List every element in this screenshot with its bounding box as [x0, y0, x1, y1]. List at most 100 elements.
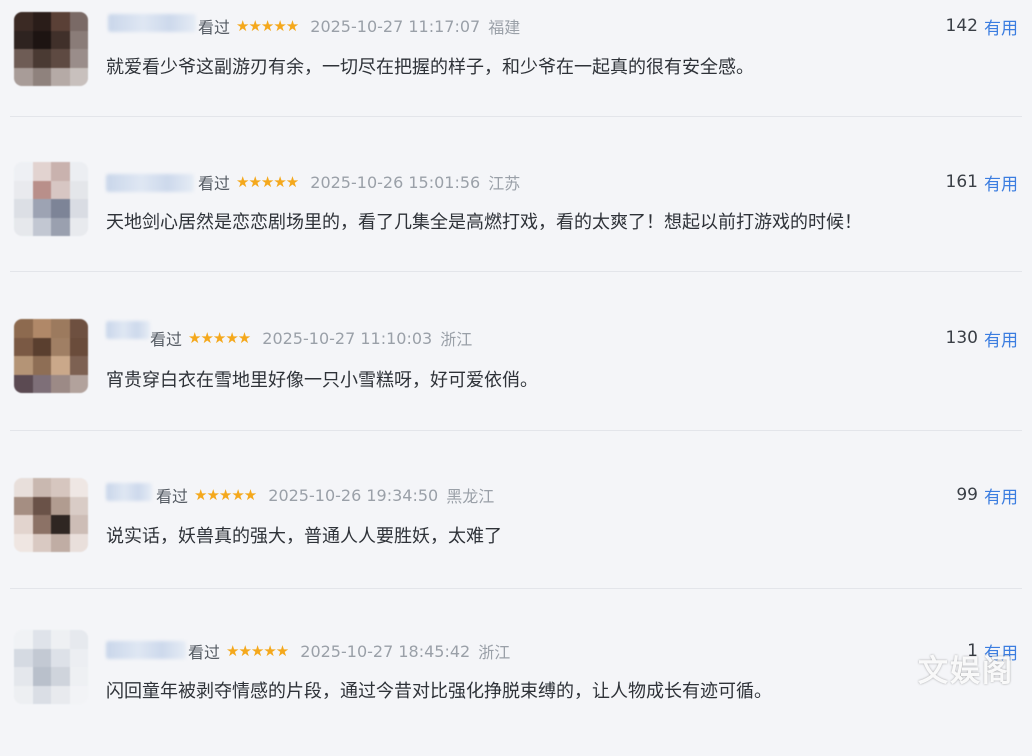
avatar-pixel [69, 162, 88, 181]
username-blurred[interactable] [108, 14, 196, 32]
avatar-pixel [69, 180, 88, 199]
avatar-pixel [14, 319, 33, 338]
avatar-pixel [14, 478, 33, 497]
avatar-pixel [69, 630, 88, 649]
star-rating: ★★★★★ [236, 173, 299, 191]
watched-label: 看过 [150, 330, 183, 349]
avatar-pixel [51, 337, 70, 356]
avatar-pixel [32, 630, 51, 649]
avatar-pixel [69, 199, 88, 218]
watermark: 文娱阁 [918, 654, 1014, 689]
watched-label: 看过 [156, 487, 189, 506]
avatar-pixel [32, 49, 51, 68]
avatar-pixel [69, 478, 88, 497]
avatar-pixel [14, 12, 33, 31]
avatar-pixel [14, 199, 33, 218]
location: 江苏 [488, 174, 521, 193]
timestamp: 2025-10-27 18:45:42 [300, 641, 471, 661]
avatar-pixel [51, 12, 70, 31]
star-rating: ★★★★★ [226, 642, 289, 660]
avatar-pixel [14, 356, 33, 375]
watched-label: 看过 [188, 643, 221, 662]
avatar-pixel [51, 356, 70, 375]
review-meta: 看过 ★★★★★ 2025-10-27 11:17:07 福建 [198, 14, 520, 38]
review-content: 闪回童年被剥夺情感的片段，通过今昔对比强化挣脱束缚的，让人物成长有迹可循。 [106, 681, 772, 702]
review-item: 看过 ★★★★★ 2025-10-26 15:01:56 江苏 161 有用 天… [0, 156, 1032, 286]
location: 福建 [488, 18, 521, 37]
avatar-pixel [32, 199, 51, 218]
avatar-pixel [32, 685, 51, 704]
avatar-pixel [69, 217, 88, 236]
watched-label: 看过 [198, 174, 231, 193]
location: 黑龙江 [446, 487, 495, 506]
avatar-pixel [32, 356, 51, 375]
avatar-pixel [51, 199, 70, 218]
helpful-label: 有用 [984, 18, 1018, 39]
avatar-pixel [14, 180, 33, 199]
watched-label: 看过 [198, 18, 231, 37]
avatar-pixel [51, 30, 70, 49]
star-rating: ★★★★★ [188, 329, 251, 347]
helpful-count: 142 [945, 16, 978, 36]
avatar-pixel [32, 30, 51, 49]
divider [10, 588, 1022, 589]
avatar[interactable] [14, 319, 88, 393]
helpful-button[interactable]: 130 有用 [946, 326, 1018, 351]
helpful-button[interactable]: 142 有用 [945, 14, 1018, 39]
avatar-pixel [69, 356, 88, 375]
review-meta: 看过 ★★★★★ 2025-10-26 15:01:56 江苏 [198, 170, 520, 194]
timestamp: 2025-10-26 19:34:50 [268, 485, 439, 505]
avatar-pixel [14, 217, 33, 236]
avatar[interactable] [14, 478, 88, 552]
timestamp: 2025-10-27 11:10:03 [262, 328, 433, 348]
avatar-pixel [51, 180, 70, 199]
review-item: 看过 ★★★★★ 2025-10-27 11:10:03 浙江 130 有用 宵… [0, 313, 1032, 443]
username-blurred[interactable] [106, 641, 186, 659]
avatar-pixel [51, 374, 70, 393]
helpful-label: 有用 [984, 174, 1018, 195]
avatar-pixel [32, 496, 51, 515]
helpful-count: 161 [945, 172, 978, 192]
review-content: 宵贵穿白衣在雪地里好像一只小雪糕呀，好可爱依俏。 [106, 370, 538, 391]
username-blurred[interactable] [106, 483, 152, 501]
username-blurred[interactable] [106, 174, 194, 192]
avatar-pixel [69, 12, 88, 31]
avatar-pixel [14, 515, 33, 534]
avatar-pixel [51, 533, 70, 552]
avatar-pixel [32, 319, 51, 338]
avatar-pixel [51, 667, 70, 686]
avatar-pixel [32, 217, 51, 236]
avatar[interactable] [14, 630, 88, 704]
helpful-button[interactable]: 161 有用 [945, 170, 1018, 195]
avatar-pixel [51, 67, 70, 86]
avatar-pixel [14, 337, 33, 356]
avatar-pixel [14, 49, 33, 68]
avatar[interactable] [14, 12, 88, 86]
avatar-pixel [51, 478, 70, 497]
avatar-pixel [69, 67, 88, 86]
divider [10, 430, 1022, 431]
avatar[interactable] [14, 162, 88, 236]
avatar-pixel [51, 162, 70, 181]
timestamp: 2025-10-27 11:17:07 [310, 16, 481, 36]
star-rating: ★★★★★ [236, 17, 299, 35]
avatar-pixel [14, 30, 33, 49]
avatar-pixel [14, 67, 33, 86]
avatar-pixel [69, 515, 88, 534]
helpful-button[interactable]: 99 有用 [956, 483, 1018, 508]
review-list: 看过 ★★★★★ 2025-10-27 11:17:07 福建 142 有用 就… [0, 0, 1032, 708]
avatar-pixel [14, 667, 33, 686]
username-blurred[interactable] [106, 321, 150, 339]
review-item: 看过 ★★★★★ 2025-10-27 11:17:07 福建 142 有用 就… [0, 0, 1032, 130]
timestamp: 2025-10-26 15:01:56 [310, 172, 481, 192]
avatar-pixel [32, 337, 51, 356]
avatar-pixel [69, 685, 88, 704]
avatar-pixel [14, 374, 33, 393]
avatar-pixel [32, 648, 51, 667]
avatar-pixel [32, 67, 51, 86]
review-content: 天地剑心居然是恋恋剧场里的，看了几集全是高燃打戏，看的太爽了！想起以前打游戏的时… [106, 212, 862, 233]
avatar-pixel [32, 533, 51, 552]
avatar-pixel [32, 478, 51, 497]
avatar-pixel [51, 515, 70, 534]
avatar-pixel [69, 496, 88, 515]
